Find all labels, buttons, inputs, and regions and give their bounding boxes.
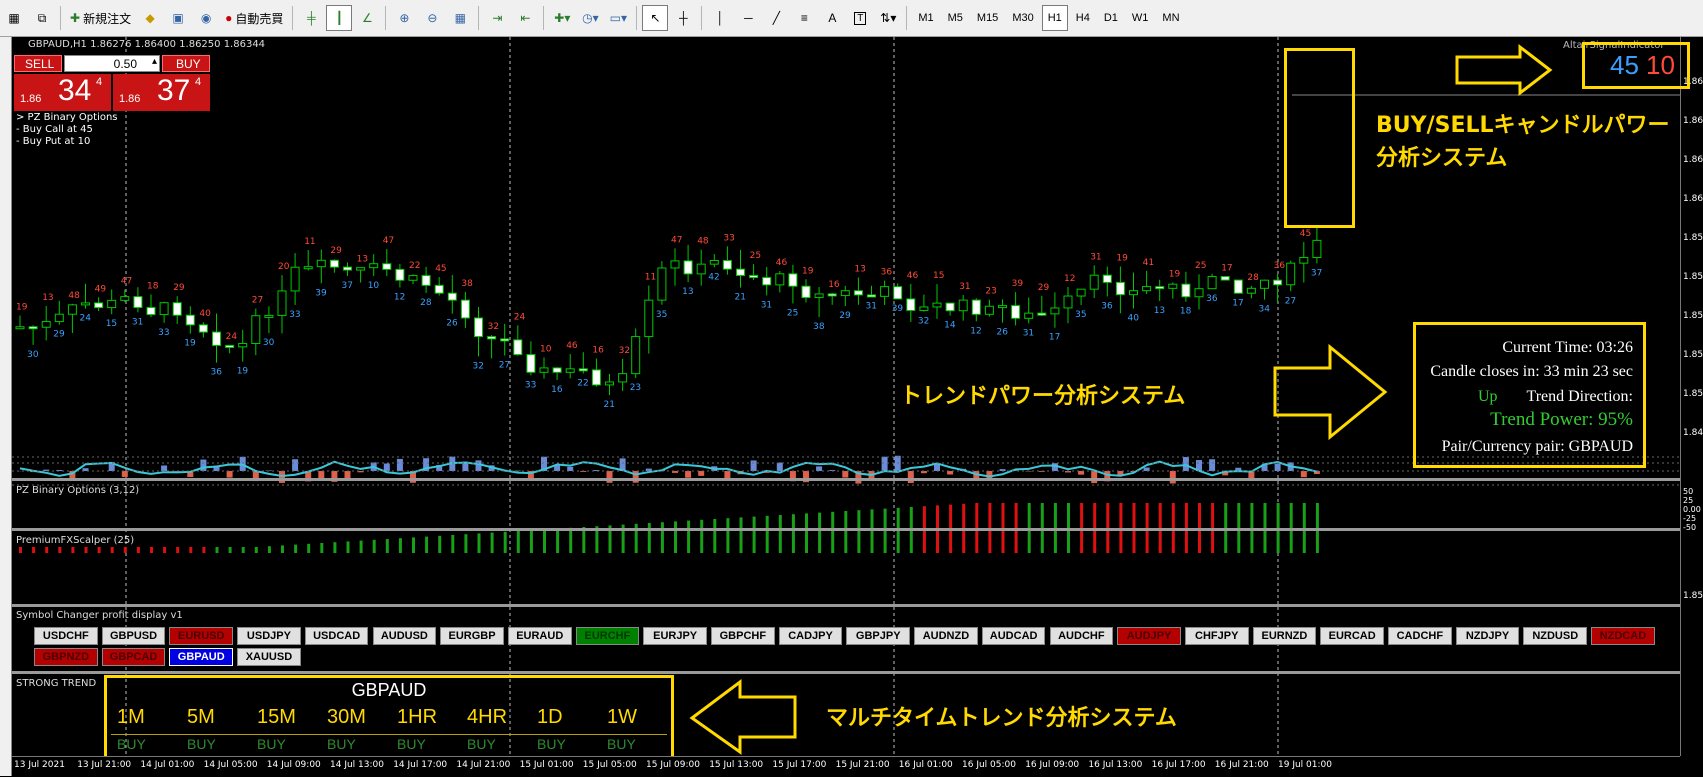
time-axis-label: 16 Jul 01:00 — [899, 760, 953, 770]
symbol-changer-title: Symbol Changer profit display v1 — [16, 610, 183, 621]
time-axis-label: 15 Jul 21:00 — [836, 760, 890, 770]
symbol-button-xauusd[interactable]: XAUUSD — [237, 648, 301, 666]
multi-time-label: マルチタイムトレンド分析システム — [826, 700, 1177, 732]
symbol-button-audjpy[interactable]: AUDJPY — [1117, 627, 1181, 645]
candle-closes: Candle closes in: 33 min 23 sec — [1430, 363, 1633, 381]
time-axis-label: 14 Jul 13:00 — [330, 760, 384, 770]
symbol-button-nzdcad[interactable]: NZDCAD — [1591, 627, 1655, 645]
mtf-signal: BUY — [467, 736, 496, 752]
mtf-signal: BUY — [117, 736, 146, 752]
symbol-button-gbpjpy[interactable]: GBPJPY — [846, 627, 910, 645]
current-time: Current Time: 03:26 — [1502, 339, 1633, 357]
arrow-right-icon — [1457, 47, 1550, 93]
candle-power-label: 分析システム — [1376, 140, 1507, 172]
symbol-button-cadchf[interactable]: CADCHF — [1388, 627, 1452, 645]
time-axis-label: 13 Jul 21:00 — [77, 760, 131, 770]
time-axis-label: 14 Jul 09:00 — [267, 760, 321, 770]
binary-pane-title: PZ Binary Options (3,12) — [16, 485, 139, 496]
mtf-signal: BUY — [257, 736, 286, 752]
symbol-button-eurusd[interactable]: EURUSD — [169, 627, 233, 645]
time-axis-label: 15 Jul 17:00 — [772, 760, 826, 770]
mtf-signal: BUY — [327, 736, 356, 752]
time-axis-label: 16 Jul 09:00 — [1025, 760, 1079, 770]
trend-power-label: トレンドパワー分析システム — [900, 378, 1185, 410]
symbol-button-eurchf[interactable]: EURCHF — [576, 627, 640, 645]
symbol-button-eurcad[interactable]: EURCAD — [1320, 627, 1384, 645]
candle-power-label: BUY/SELLキャンドルパワー — [1376, 107, 1670, 139]
symbol-button-nzdjpy[interactable]: NZDJPY — [1456, 627, 1520, 645]
symbol-button-gbpcad[interactable]: GBPCAD — [102, 648, 166, 666]
time-axis-label: 14 Jul 21:00 — [456, 760, 510, 770]
time-axis-label: 16 Jul 13:00 — [1088, 760, 1142, 770]
trend-power: Trend Power: 95% — [1490, 409, 1633, 431]
time-axis-label: 15 Jul 09:00 — [646, 760, 700, 770]
symbol-button-gbpnzd[interactable]: GBPNZD — [34, 648, 98, 666]
time-axis-label: 16 Jul 21:00 — [1215, 760, 1269, 770]
symbol-button-gbpchf[interactable]: GBPCHF — [711, 627, 775, 645]
trend-direction-value: Up — [1478, 388, 1498, 406]
trend-power-panel: Current Time: 03:26 Candle closes in: 33… — [1413, 322, 1646, 468]
mtf-timeframe: 30M — [327, 706, 366, 729]
mtf-timeframe: 1M — [117, 706, 145, 729]
mtf-timeframe: 1D — [537, 706, 563, 729]
symbol-button-usdchf[interactable]: USDCHF — [34, 627, 98, 645]
symbol-button-gbpaud[interactable]: GBPAUD — [169, 648, 233, 666]
arrow-right-icon — [1275, 347, 1385, 437]
symbol-button-audnzd[interactable]: AUDNZD — [914, 627, 978, 645]
symbol-button-audusd[interactable]: AUDUSD — [373, 627, 437, 645]
mtf-timeframe: 5M — [187, 706, 215, 729]
symbol-button-euraud[interactable]: EURAUD — [508, 627, 572, 645]
symbol-button-cadjpy[interactable]: CADJPY — [779, 627, 843, 645]
symbol-button-audcad[interactable]: AUDCAD — [982, 627, 1046, 645]
time-axis-label: 14 Jul 05:00 — [204, 760, 258, 770]
mtf-symbol: GBPAUD — [107, 680, 671, 701]
time-axis-label: 16 Jul 17:00 — [1152, 760, 1206, 770]
mtf-signal: BUY — [607, 736, 636, 752]
time-axis-label: 14 Jul 17:00 — [393, 760, 447, 770]
trend-direction-label: Trend Direction: — [1526, 388, 1633, 406]
mtf-timeframe: 15M — [257, 706, 296, 729]
symbol-button-nzdusd[interactable]: NZDUSD — [1523, 627, 1587, 645]
time-axis-label: 14 Jul 01:00 — [140, 760, 194, 770]
time-axis-label: 15 Jul 13:00 — [709, 760, 763, 770]
time-axis-label: 15 Jul 05:00 — [583, 760, 637, 770]
currency-pair: Pair/Currency pair: GBPAUD — [1442, 438, 1633, 456]
symbol-button-usdcad[interactable]: USDCAD — [305, 627, 369, 645]
mtf-signal: BUY — [187, 736, 216, 752]
arrow-left-icon — [692, 682, 795, 752]
time-axis: 13 Jul 2021 13 Jul 21:00 14 Jul 01:00 14 Ju… — [12, 756, 1680, 777]
mtf-signal: BUY — [537, 736, 566, 752]
mtf-timeframe: 1W — [607, 706, 637, 729]
time-axis-label: 19 Jul 01:00 — [1278, 760, 1332, 770]
symbol-button-chfjpy[interactable]: CHFJPY — [1185, 627, 1249, 645]
strong-trend-title: STRONG TREND — [16, 678, 96, 689]
time-axis-label: 16 Jul 05:00 — [962, 760, 1016, 770]
symbol-button-eurgbp[interactable]: EURGBP — [440, 627, 504, 645]
symbol-button-audchf[interactable]: AUDCHF — [1050, 627, 1114, 645]
mtf-signal: BUY — [397, 736, 426, 752]
mtf-timeframe: 4HR — [467, 706, 507, 729]
time-axis-label: 15 Jul 01:00 — [520, 760, 574, 770]
symbol-button-gbpusd[interactable]: GBPUSD — [102, 627, 166, 645]
symbol-button-usdjpy[interactable]: USDJPY — [237, 627, 301, 645]
time-axis-label: 13 Jul 2021 — [14, 760, 65, 770]
symbol-button-eurnzd[interactable]: EURNZD — [1253, 627, 1317, 645]
scalper-pane-title: PremiumFXScalper (25) — [16, 535, 134, 546]
symbol-button-eurjpy[interactable]: EURJPY — [643, 627, 707, 645]
mtf-divider — [111, 734, 667, 735]
mtf-timeframe: 1HR — [397, 706, 437, 729]
